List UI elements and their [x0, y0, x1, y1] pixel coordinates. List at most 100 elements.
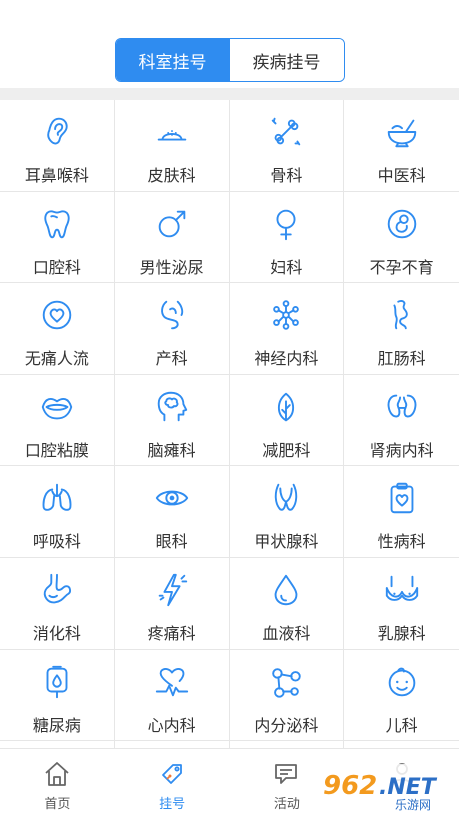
tab-home-label: 首页 [44, 796, 71, 811]
male-icon [152, 204, 192, 244]
department-label: 儿科 [385, 717, 418, 735]
department-label: 男性泌尿 [139, 259, 204, 277]
department-label: 心内科 [147, 717, 196, 735]
eye-icon [152, 478, 192, 518]
department-item-pregnancy[interactable]: 产科 [114, 283, 230, 375]
department-label: 脑瘫科 [147, 442, 196, 460]
intestine-icon [382, 295, 422, 335]
lips-icon [37, 387, 77, 427]
home-icon [45, 762, 69, 786]
department-item-bra[interactable]: 乳腺科 [344, 557, 459, 650]
female-icon [266, 204, 306, 244]
department-label: 呼吸科 [32, 534, 81, 552]
department-item-fetus[interactable]: 不孕不育 [344, 191, 459, 284]
watermark-logo: 962 .NET 乐游网 [317, 764, 453, 812]
tab-home[interactable]: 首页 [0, 749, 115, 816]
tab-register[interactable]: 挂号 [115, 749, 230, 816]
department-item-male[interactable]: 男性泌尿 [114, 191, 230, 284]
tooth-icon [37, 204, 77, 244]
department-label: 中医科 [377, 168, 426, 185]
department-item-baby-face[interactable]: 儿科 [344, 649, 459, 742]
department-label: 耳鼻喉科 [24, 168, 89, 185]
segment-control: 科室挂号 疾病挂号 [114, 38, 345, 82]
tab-department-register[interactable]: 科室挂号 [115, 39, 230, 81]
department-item-heart-circle[interactable]: 无痛人流 [0, 283, 115, 375]
department-item-ear[interactable]: 耳鼻喉科 [0, 100, 115, 192]
svg-text:962: 962 [323, 771, 377, 801]
section-divider [0, 88, 459, 100]
lungs-icon [37, 478, 77, 518]
department-label: 内分泌科 [254, 717, 319, 735]
department-label: 性病科 [377, 534, 426, 552]
department-label: 皮肤科 [147, 168, 196, 185]
leaf-icon [266, 387, 306, 427]
fetus-icon [382, 204, 422, 244]
pregnancy-icon [152, 295, 192, 335]
department-item-neuron[interactable]: 神经内科 [229, 283, 345, 375]
bra-icon [382, 570, 422, 610]
department-label: 神经内科 [254, 351, 319, 369]
svg-text:.NET: .NET [379, 775, 438, 800]
department-label: 甲状腺科 [254, 534, 319, 552]
heart-circle-icon [37, 295, 77, 335]
department-label: 血液科 [262, 625, 311, 643]
department-item-mortar[interactable]: 中医科 [344, 100, 459, 192]
drop-icon [266, 570, 306, 610]
department-label: 骨科 [270, 168, 303, 185]
department-label: 产科 [155, 351, 188, 369]
department-grid: 耳鼻喉科 皮肤科 骨科 中医科口腔科 男性泌尿 妇科 不孕不育无痛人流 产科 神经内科 肛肠科口腔… [0, 100, 459, 748]
department-label: 糖尿病 [32, 717, 81, 735]
department-label: 减肥科 [262, 442, 311, 460]
skin-icon [152, 112, 192, 152]
baby-face-icon [382, 662, 422, 702]
department-item-stomach[interactable]: 消化科 [0, 557, 115, 650]
department-label: 口腔科 [32, 259, 81, 277]
department-item-iv-bag[interactable]: 糖尿病 [0, 649, 115, 742]
department-label: 消化科 [32, 625, 81, 643]
department-label: 疼痛科 [147, 625, 196, 643]
tab-disease-register[interactable]: 疾病挂号 [229, 39, 344, 81]
segment-control-wrapper: 科室挂号 疾病挂号 [0, 38, 459, 82]
department-label: 妇科 [270, 259, 303, 277]
department-item-lungs[interactable]: 呼吸科 [0, 466, 115, 558]
iv-bag-icon [37, 662, 77, 702]
department-item-female[interactable]: 妇科 [229, 191, 345, 284]
department-item-molecule[interactable]: 内分泌科 [229, 649, 345, 742]
department-item-skin[interactable]: 皮肤科 [114, 100, 230, 192]
department-item-intestine[interactable]: 肛肠科 [344, 283, 459, 375]
chat-icon [274, 764, 297, 784]
department-label: 不孕不育 [369, 259, 434, 277]
department-item-eye[interactable]: 眼科 [114, 466, 230, 558]
department-item-heartbeat[interactable]: 心内科 [114, 649, 230, 742]
heartbeat-icon [152, 662, 192, 702]
department-item-bone[interactable]: 骨科 [229, 100, 345, 192]
department-item-tooth[interactable]: 口腔科 [0, 191, 115, 284]
department-item-thyroid[interactable]: 甲状腺科 [229, 466, 345, 558]
kidney-icon [382, 387, 422, 427]
department-label: 眼科 [155, 534, 188, 552]
department-item-kidney[interactable]: 肾病内科 [344, 374, 459, 467]
department-item-lips[interactable]: 口腔粘膜 [0, 374, 115, 467]
department-label: 无痛人流 [24, 351, 89, 369]
svg-text:乐游网: 乐游网 [395, 798, 431, 812]
stomach-icon [37, 570, 77, 610]
department-item-empty [114, 741, 230, 748]
brain-head-icon [152, 387, 192, 427]
department-label: 乳腺科 [377, 625, 426, 643]
tab-register-label: 挂号 [159, 796, 186, 811]
department-item-drop[interactable]: 血液科 [229, 557, 345, 650]
molecule-icon [266, 662, 306, 702]
tab-activity-label: 活动 [273, 796, 300, 811]
department-label: 肛肠科 [377, 351, 426, 369]
tag-icon [162, 764, 183, 784]
department-item-clipboard-heart[interactable]: 性病科 [344, 466, 459, 558]
department-label: 口腔粘膜 [24, 442, 89, 460]
clipboard-heart-icon [382, 478, 422, 518]
department-item-lightning[interactable]: 疼痛科 [114, 557, 230, 650]
department-item-leaf[interactable]: 减肥科 [229, 374, 345, 467]
department-item-empty [344, 741, 459, 748]
ear-icon [37, 112, 77, 152]
lightning-icon [152, 570, 192, 610]
department-item-brain-head[interactable]: 脑瘫科 [114, 374, 230, 467]
neuron-icon [266, 295, 306, 335]
